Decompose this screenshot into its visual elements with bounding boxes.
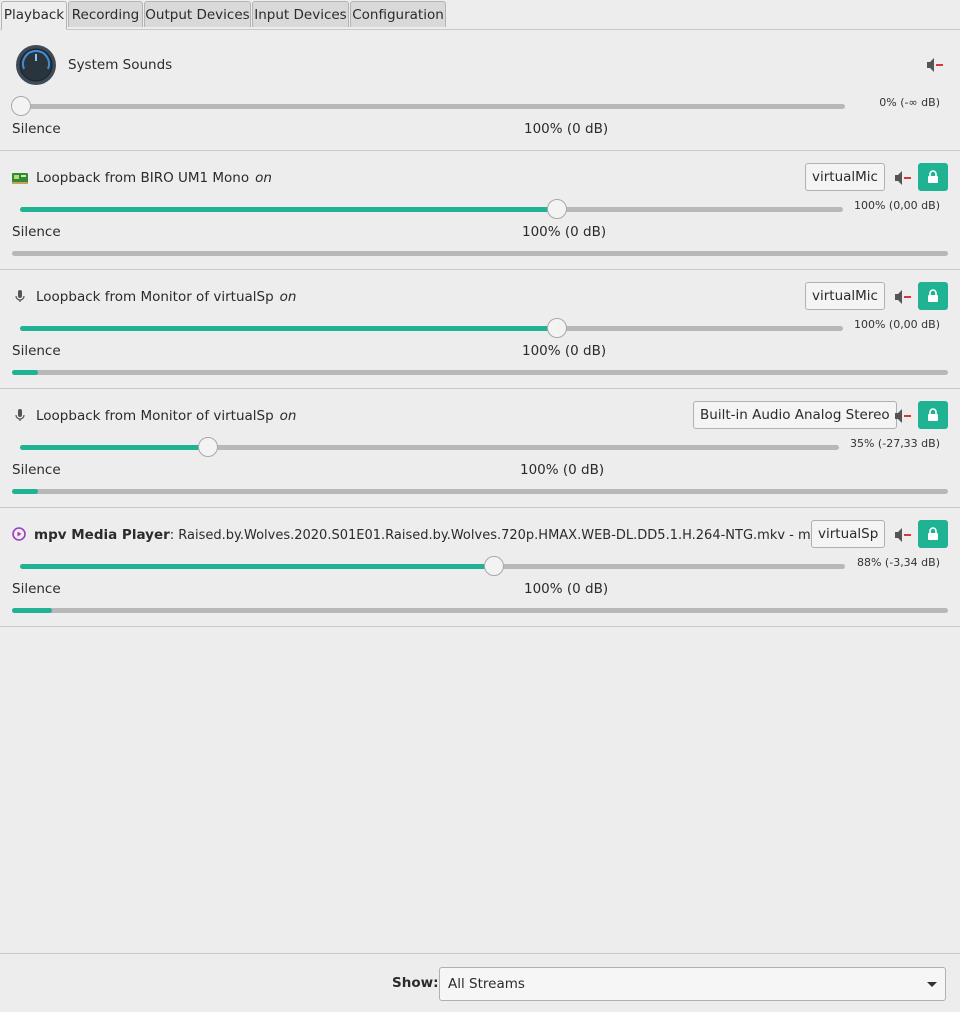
mute-speaker-icon[interactable] [923, 54, 945, 76]
volume-db-label: 88% (-3,34 dB) [856, 556, 940, 569]
tab-playback[interactable]: Playback [1, 1, 67, 30]
show-filter-select[interactable]: All Streams [439, 967, 946, 1001]
volume-db-label: 100% (0,00 dB) [853, 199, 940, 212]
tab-configuration[interactable]: Configuration [350, 1, 446, 27]
tab-input-devices[interactable]: Input Devices [252, 1, 349, 27]
mute-speaker-icon[interactable] [891, 405, 913, 427]
volume-slider-handle[interactable] [11, 96, 31, 116]
volume-slider-fill [20, 326, 557, 331]
unity-label: 100% (0 dB) [524, 581, 609, 597]
level-meter-fill [12, 489, 38, 494]
lock-icon [928, 408, 938, 421]
volume-slider[interactable] [20, 199, 843, 219]
silence-label: Silence [12, 343, 61, 359]
mute-speaker-icon[interactable] [891, 524, 913, 546]
mpv-icon [12, 527, 26, 541]
device-select-button[interactable]: virtualMic [805, 282, 885, 310]
lock-icon [928, 170, 938, 183]
device-select-button[interactable]: virtualMic [805, 163, 885, 191]
volume-db-label: 35% (-27,33 dB) [849, 437, 940, 450]
volume-slider-handle[interactable] [547, 199, 567, 219]
show-label: Show: [392, 975, 439, 991]
volume-db-label: 0% (-∞ dB) [879, 96, 940, 109]
show-filter-value: All Streams [448, 976, 525, 992]
tab-output-devices[interactable]: Output Devices [144, 1, 251, 27]
volume-slider[interactable] [11, 96, 845, 116]
microphone-icon [15, 290, 25, 302]
level-meter [12, 251, 948, 256]
unity-label: 100% (0 dB) [522, 224, 607, 240]
silence-label: Silence [12, 224, 61, 240]
volume-slider[interactable] [20, 556, 845, 576]
stream-state: on [255, 170, 272, 186]
stream-name: Loopback from Monitor of virtualSp on [36, 289, 297, 305]
mute-speaker-icon[interactable] [891, 167, 913, 189]
microphone-icon [15, 409, 25, 421]
mute-speaker-icon[interactable] [891, 286, 913, 308]
level-meter-fill [12, 608, 52, 613]
stream-app-name: mpv Media Player [34, 527, 170, 543]
stream-system-sounds: System Sounds 0% (-∞ dB) Silence 100% (0… [0, 30, 960, 151]
volume-slider-fill [20, 564, 494, 569]
volume-slider[interactable] [20, 318, 843, 338]
volume-db-label: 100% (0,00 dB) [853, 318, 940, 331]
lock-channels-button[interactable] [918, 163, 948, 191]
silence-label: Silence [12, 581, 61, 597]
stream-loopback-biro: Loopback from BIRO UM1 Mono on virtualMic… [0, 151, 960, 270]
tab-bar: Playback Recording Output Devices Input … [0, 0, 960, 30]
volume-slider-handle[interactable] [484, 556, 504, 576]
stream-loopback-monitor-1: Loopback from Monitor of virtualSp on vir… [0, 270, 960, 389]
level-meter [12, 608, 948, 613]
lock-channels-button[interactable] [918, 282, 948, 310]
unity-label: 100% (0 dB) [524, 121, 609, 137]
lock-channels-button[interactable] [918, 401, 948, 429]
stream-name: Loopback from Monitor of virtualSp on [36, 408, 297, 424]
knob-icon [16, 45, 56, 85]
volume-slider-fill [20, 207, 557, 212]
device-select-button[interactable]: virtualSp [811, 520, 886, 548]
stream-name: System Sounds [68, 57, 173, 73]
tab-recording[interactable]: Recording [68, 1, 143, 27]
device-select-button[interactable]: Built-in Audio Analog Stereo [693, 401, 897, 429]
sound-card-icon [12, 173, 28, 184]
stream-state: on [279, 408, 297, 424]
volume-slider-fill [20, 445, 208, 450]
volume-slider-handle[interactable] [198, 437, 218, 457]
volume-slider-handle[interactable] [547, 318, 567, 338]
stream-state: on [279, 289, 297, 305]
chevron-down-icon [927, 982, 937, 987]
lock-icon [928, 289, 938, 302]
footer-bar: Show: All Streams [0, 953, 960, 1012]
stream-mpv: mpv Media Player: Raised.by.Wolves.2020.… [0, 508, 960, 627]
silence-label: Silence [12, 462, 61, 478]
lock-icon [928, 527, 938, 540]
level-meter-fill [12, 370, 38, 375]
stream-name: mpv Media Player: Raised.by.Wolves.2020.… [34, 527, 849, 543]
silence-label: Silence [12, 121, 61, 137]
level-meter [12, 489, 948, 494]
unity-label: 100% (0 dB) [520, 462, 605, 478]
volume-slider[interactable] [20, 437, 839, 457]
stream-loopback-monitor-2: Loopback from Monitor of virtualSp on Bui… [0, 389, 960, 508]
stream-name: Loopback from BIRO UM1 Mono on [36, 170, 272, 186]
lock-channels-button[interactable] [918, 520, 948, 548]
unity-label: 100% (0 dB) [522, 343, 607, 359]
level-meter [12, 370, 948, 375]
